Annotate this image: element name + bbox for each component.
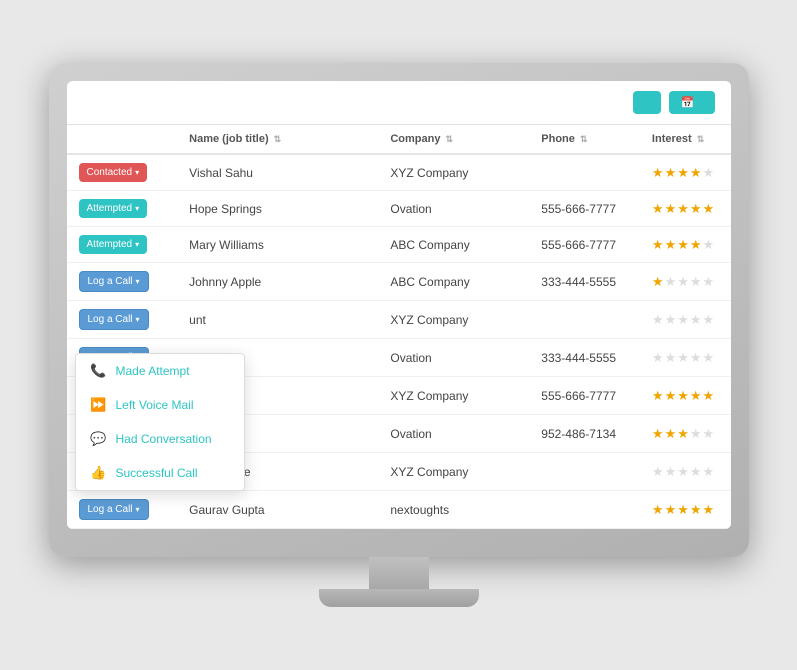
date-range-button[interactable]: 📅 (669, 91, 715, 114)
cell-interest: ★★★★★ (640, 227, 731, 263)
cell-company: XYZ Company (378, 453, 529, 491)
cell-interest: ★★★★★ (640, 491, 731, 529)
monitor-screen: 📅 Name (job title) ⇅ (67, 81, 731, 529)
cell-interest: ★★★★★ (640, 154, 731, 191)
action-button-1[interactable]: Attempted ▾ (79, 199, 148, 218)
cell-interest: ★★★★★ (640, 377, 731, 415)
cell-phone (529, 491, 640, 529)
col-header-interest[interactable]: Interest ⇅ (640, 125, 731, 154)
made-attempt-icon: 📞 (90, 363, 108, 379)
cell-company: ABC Company (378, 263, 529, 301)
cell-company: XYZ Company (378, 154, 529, 191)
action-button-4[interactable]: Log a Call ▾ (79, 309, 149, 330)
cell-phone (529, 453, 640, 491)
cell-company: ABC Company (378, 227, 529, 263)
cell-phone: 952-486-7134 (529, 415, 640, 453)
table-row: Attempted ▾ Hope SpringsOvation555-666-77… (67, 191, 731, 227)
sort-phone-icon: ⇅ (580, 134, 588, 144)
action-button-3[interactable]: Log a Call ▾ (79, 271, 149, 292)
cell-name: Johnny Apple (177, 263, 378, 301)
cell-interest: ★★★★★ (640, 453, 731, 491)
col-header-phone[interactable]: Phone ⇅ (529, 125, 640, 154)
cell-company: Ovation (378, 339, 529, 377)
left-voice-mail-icon: ⏩ (90, 397, 108, 413)
log-call-dropdown: 📞Made Attempt⏩Left Voice Mail💬Had Conver… (75, 353, 245, 491)
cell-interest: ★★★★★ (640, 415, 731, 453)
cell-phone: 555-666-7777 (529, 227, 640, 263)
cell-phone (529, 301, 640, 339)
dropdown-item-made-attempt[interactable]: 📞Made Attempt (76, 354, 244, 388)
cell-phone: 333-444-5555 (529, 263, 640, 301)
dropdown-item-had-conversation[interactable]: 💬Had Conversation (76, 422, 244, 456)
cell-company: XYZ Company (378, 301, 529, 339)
cell-name: Vishal Sahu (177, 154, 378, 191)
sort-interest-icon: ⇅ (697, 134, 705, 144)
app-header: 📅 (67, 81, 731, 125)
action-button-0[interactable]: Contacted ▾ (79, 163, 148, 182)
header-actions: 📅 (633, 91, 715, 114)
table-row: Log a Call ▾ Gaurav Guptanextoughts ★★★★★ (67, 491, 731, 529)
dropdown-menu: 📞Made Attempt⏩Left Voice Mail💬Had Conver… (75, 353, 245, 491)
cell-company: Ovation (378, 191, 529, 227)
col-header-company[interactable]: Company ⇅ (378, 125, 529, 154)
monitor-stand-neck (369, 557, 429, 589)
dropdown-item-successful-call[interactable]: 👍Successful Call (76, 456, 244, 490)
action-button-2[interactable]: Attempted ▾ (79, 235, 148, 254)
cell-phone: 333-444-5555 (529, 339, 640, 377)
select-campaigns-button[interactable] (633, 91, 661, 114)
cell-name: Mary Williams (177, 227, 378, 263)
sort-company-icon: ⇅ (446, 134, 454, 144)
monitor-bezel: 📅 Name (job title) ⇅ (49, 63, 749, 557)
successful-call-icon: 👍 (90, 465, 108, 481)
col-header-name[interactable]: Name (job title) ⇅ (177, 125, 378, 154)
table-header-row: Name (job title) ⇅ Company ⇅ Phone ⇅ Int… (67, 125, 731, 154)
calendar-icon: 📅 (681, 96, 695, 109)
app-container: 📅 Name (job title) ⇅ (67, 81, 731, 529)
cell-interest: ★★★★★ (640, 339, 731, 377)
cell-interest: ★★★★★ (640, 301, 731, 339)
cell-phone: 555-666-7777 (529, 191, 640, 227)
cell-company: Ovation (378, 415, 529, 453)
table-row: Contacted ▾ Vishal SahuXYZ Company ★★★★★ (67, 154, 731, 191)
table-row: Log a Call ▾ Johnny AppleABC Company333-4… (67, 263, 731, 301)
sort-name-icon: ⇅ (274, 134, 282, 144)
cell-company: nextoughts (378, 491, 529, 529)
monitor-stand-base (319, 589, 479, 607)
table-row: Log a Call ▾ untXYZ Company ★★★★★ (67, 301, 731, 339)
cell-name: Gaurav Gupta (177, 491, 378, 529)
table-row: Attempted ▾ Mary WilliamsABC Company555-6… (67, 227, 731, 263)
cell-interest: ★★★★★ (640, 191, 731, 227)
cell-company: XYZ Company (378, 377, 529, 415)
col-header-action (67, 125, 178, 154)
cell-name: Hope Springs (177, 191, 378, 227)
action-button-9[interactable]: Log a Call ▾ (79, 499, 149, 520)
table-wrapper: Name (job title) ⇅ Company ⇅ Phone ⇅ Int… (67, 125, 731, 529)
cell-name: unt (177, 301, 378, 339)
cell-interest: ★★★★★ (640, 263, 731, 301)
cell-phone (529, 154, 640, 191)
monitor: 📅 Name (job title) ⇅ (49, 63, 749, 607)
had-conversation-icon: 💬 (90, 431, 108, 447)
dropdown-item-left-voice-mail[interactable]: ⏩Left Voice Mail (76, 388, 244, 422)
cell-phone: 555-666-7777 (529, 377, 640, 415)
